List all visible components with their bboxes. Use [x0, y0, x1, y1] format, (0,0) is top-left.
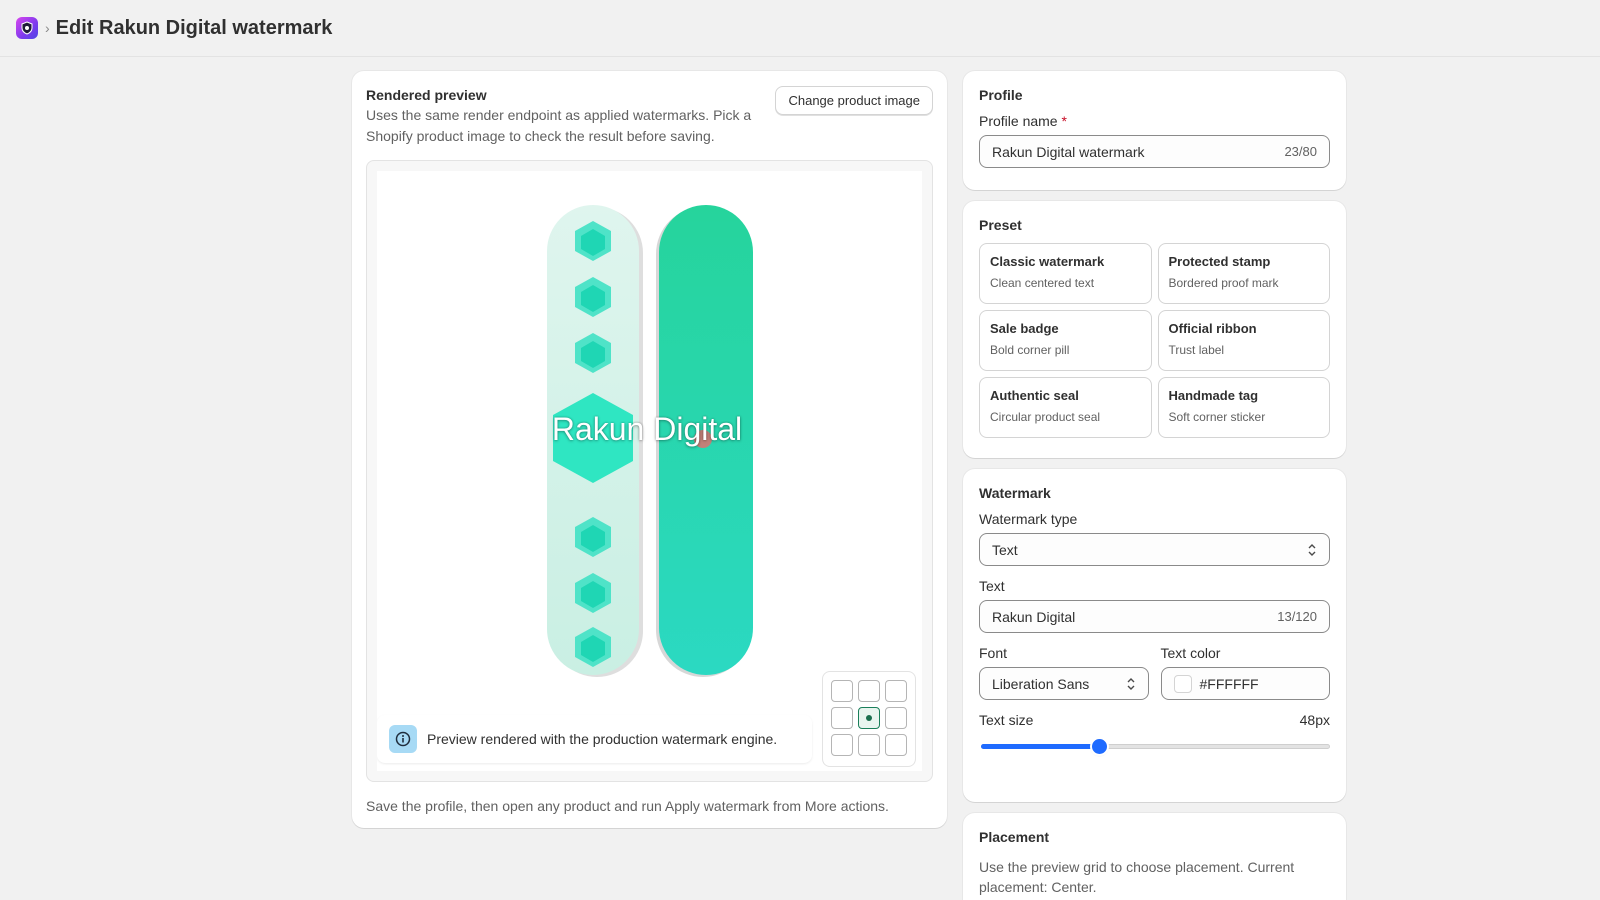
- shield-icon: [21, 21, 33, 35]
- profile-name-counter: 23/80: [1284, 144, 1317, 159]
- preview-card: Rendered preview Uses the same render en…: [352, 71, 947, 828]
- text-color-value: #FFFFFF: [1199, 675, 1259, 692]
- preview-description: Uses the same render endpoint as applied…: [366, 107, 752, 144]
- watermark-card: Watermark Watermark type Text Text Rakun…: [963, 469, 1346, 802]
- text-size-slider[interactable]: [979, 736, 1330, 756]
- slider-fill: [981, 744, 1100, 749]
- watermark-text-label: Text: [979, 578, 1005, 594]
- preset-authentic-seal[interactable]: Authentic seal Circular product seal: [979, 377, 1152, 438]
- preset-official-ribbon[interactable]: Official ribbon Trust label: [1157, 310, 1330, 371]
- placement-section-title: Placement: [979, 829, 1050, 845]
- preset-name: Sale badge: [990, 321, 1059, 336]
- placement-cell-middle-left[interactable]: [831, 707, 853, 729]
- preset-name: Classic watermark: [990, 254, 1105, 269]
- placement-cell-top-right[interactable]: [885, 680, 907, 702]
- profile-name-value: Rakun Digital watermark: [992, 143, 1145, 160]
- placement-description: Use the preview grid to choose placement…: [979, 859, 1295, 895]
- placement-cell-top-left[interactable]: [831, 680, 853, 702]
- profile-name-label-text: Profile name: [979, 113, 1058, 129]
- preview-info-text: Preview rendered with the production wat…: [427, 731, 778, 747]
- placement-cell-bottom-right[interactable]: [885, 734, 907, 756]
- info-icon: [389, 725, 417, 753]
- placement-cell-middle-right[interactable]: [885, 707, 907, 729]
- required-mark: *: [1061, 113, 1067, 129]
- preset-card: Preset Classic watermark Clean centered …: [963, 201, 1346, 458]
- preview-info-banner: Preview rendered with the production wat…: [377, 715, 812, 763]
- preset-name: Official ribbon: [1168, 321, 1257, 336]
- color-swatch[interactable]: [1173, 674, 1192, 693]
- preview-canvas: Rakun Digital Preview rendered with the …: [377, 171, 922, 771]
- watermark-text-input[interactable]: Rakun Digital 13/120: [979, 600, 1330, 633]
- watermark-text-counter: 13/120: [1277, 609, 1317, 624]
- preset-desc: Bold corner pill: [990, 343, 1070, 357]
- preset-desc: Circular product seal: [990, 410, 1101, 424]
- placement-cell-top-center[interactable]: [858, 680, 880, 702]
- text-size-label: Text size: [979, 712, 1034, 728]
- font-value: Liberation Sans: [992, 675, 1090, 692]
- profile-name-label: Profile name *: [979, 113, 1330, 129]
- font-field: Font Liberation Sans: [979, 633, 1149, 700]
- text-color-field: Text color #FFFFFF: [1160, 633, 1330, 700]
- preview-frame: Rakun Digital Preview rendered with the …: [366, 160, 933, 782]
- breadcrumb-separator: ›: [45, 20, 50, 36]
- profile-name-input[interactable]: Rakun Digital watermark 23/80: [979, 135, 1330, 168]
- preset-desc: Soft corner sticker: [1168, 410, 1266, 424]
- text-color-input[interactable]: #FFFFFF: [1160, 667, 1330, 700]
- placement-cell-bottom-left[interactable]: [831, 734, 853, 756]
- watermark-text-value: Rakun Digital: [992, 608, 1076, 625]
- text-color-label: Text color: [1160, 645, 1221, 661]
- preset-handmade-tag[interactable]: Handmade tag Soft corner sticker: [1157, 377, 1330, 438]
- placement-card: Placement Use the preview grid to choose…: [963, 813, 1346, 900]
- slider-thumb[interactable]: [1092, 739, 1107, 754]
- change-product-image-button[interactable]: Change product image: [775, 86, 933, 115]
- chevron-updown-icon: [1127, 677, 1134, 690]
- preset-classic-watermark[interactable]: Classic watermark Clean centered text: [979, 243, 1152, 304]
- placement-cell-center[interactable]: [858, 707, 880, 729]
- placement-grid: [822, 671, 916, 767]
- font-select[interactable]: Liberation Sans: [979, 667, 1149, 700]
- font-label: Font: [979, 645, 1008, 661]
- watermark-type-label: Watermark type: [979, 511, 1078, 527]
- preset-desc: Bordered proof mark: [1168, 276, 1279, 290]
- placement-cell-bottom-center[interactable]: [858, 734, 880, 756]
- profile-card: Profile Profile name * Rakun Digital wat…: [963, 71, 1346, 190]
- selected-dot-icon: [866, 715, 872, 721]
- preset-desc: Clean centered text: [990, 276, 1095, 290]
- watermark-type-value: Text: [992, 541, 1018, 558]
- watermark-overlay-text: Rakun Digital: [551, 411, 743, 447]
- preset-desc: Trust label: [1168, 343, 1225, 357]
- top-bar: › Edit Rakun Digital watermark: [0, 0, 1600, 57]
- watermark-type-select[interactable]: Text: [979, 533, 1330, 566]
- text-size-value: 48px: [1299, 712, 1330, 728]
- preview-footer-note: Save the profile, then open any product …: [366, 798, 889, 814]
- watermark-section-title: Watermark: [979, 485, 1051, 501]
- preset-section-title: Preset: [979, 217, 1022, 233]
- watermark-app-icon[interactable]: [16, 17, 38, 39]
- preset-protected-stamp[interactable]: Protected stamp Bordered proof mark: [1157, 243, 1330, 304]
- preset-name: Handmade tag: [1168, 388, 1259, 403]
- text-size-row: Text size 48px: [979, 712, 1330, 728]
- preset-sale-badge[interactable]: Sale badge Bold corner pill: [979, 310, 1152, 371]
- font-color-row: Font Liberation Sans Text color #FFFFFF: [979, 633, 1330, 700]
- page-title: Edit Rakun Digital watermark: [55, 16, 333, 39]
- profile-section-title: Profile: [979, 87, 1023, 103]
- preset-name: Authentic seal: [990, 388, 1079, 403]
- preset-grid: Classic watermark Clean centered text Pr…: [979, 243, 1330, 438]
- preset-name: Protected stamp: [1168, 254, 1271, 269]
- chevron-updown-icon: [1308, 543, 1316, 556]
